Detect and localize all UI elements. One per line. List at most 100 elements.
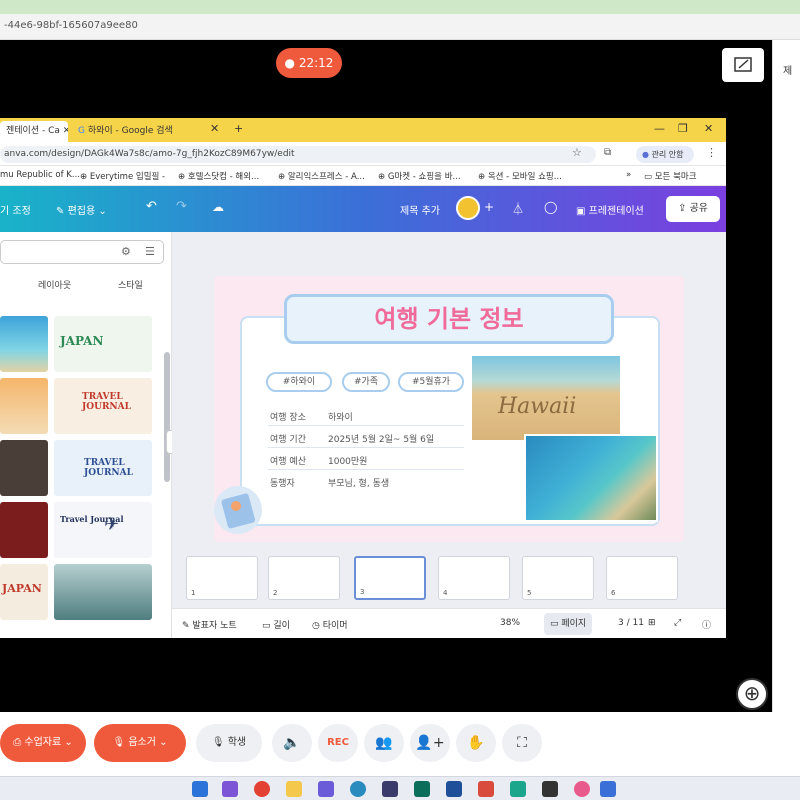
folder-icon[interactable] — [286, 781, 302, 797]
meeting-controls: ⎙ 수업자료 ⌄ 🎙 음소거 ⌄ 🎙 학생 🔈 REC 👥 👤+ ✋ ⛶ — [0, 712, 800, 776]
template-thumb-japan[interactable]: JAPAN — [54, 316, 152, 372]
bookmark-item[interactable]: mu Republic of K... — [0, 170, 80, 180]
zoom-in-button[interactable]: ⊕ — [736, 678, 768, 710]
template-thumb-sunset[interactable] — [0, 378, 48, 434]
record-icon[interactable]: REC — [318, 724, 358, 762]
airplane-icon: ✈ — [104, 514, 120, 535]
cloud-save-icon[interactable]: ☁ — [212, 200, 224, 214]
chrome-icon[interactable] — [254, 781, 270, 797]
bookmark-item[interactable]: ⊕ Everytime 입밀필 - — [80, 170, 165, 182]
templates-panel: ⚙ ☰ 레이아웃 스타일 JAPAN TRAVEL JOURNAL TRAVEL… — [0, 232, 172, 638]
app-icon[interactable] — [478, 781, 494, 797]
app-icon[interactable] — [542, 781, 558, 797]
notes-button[interactable]: ✎ 발표자 노트 — [182, 618, 237, 631]
more-bookmarks-icon[interactable]: » — [626, 170, 631, 180]
app-icon[interactable] — [510, 781, 526, 797]
all-bookmarks[interactable]: ▭ 모든 북마크 — [644, 170, 697, 182]
extension-icon[interactable]: ⧉ — [604, 147, 611, 158]
filter-icon[interactable]: ☰ — [145, 245, 155, 258]
minimize-icon[interactable]: — — [654, 122, 665, 135]
resize-button[interactable]: 기 조정 — [0, 202, 31, 217]
template-thumb-red[interactable] — [0, 502, 48, 558]
add-user-icon[interactable]: 👤+ — [410, 724, 450, 762]
app-icon[interactable] — [446, 781, 462, 797]
template-thumb-japan-2[interactable]: JAPAN — [0, 564, 48, 620]
page-thumb[interactable]: 4 — [438, 556, 510, 600]
edit-mode-button[interactable]: ✎ 편집용 ⌄ — [56, 202, 107, 217]
hawaii-beach-photo: Hawaii — [472, 356, 620, 440]
side-panel-label: 제 — [783, 66, 793, 77]
template-thumb-lake[interactable] — [54, 564, 152, 620]
bookmark-star-icon[interactable]: ☆ — [572, 146, 582, 159]
editor-footer: ✎ 발표자 노트 ▭ 길이 ◷ 타이머 38% ▭ 페이지 3 / 11 ⊞ ⤢… — [172, 608, 726, 638]
title-add-button[interactable]: 제목 추가 — [400, 202, 440, 217]
grid-view-icon[interactable]: ⊞ — [648, 618, 656, 628]
page-thumb[interactable]: 1 — [186, 556, 258, 600]
class-material-button[interactable]: ⎙ 수업자료 ⌄ — [0, 724, 86, 762]
bookmark-item[interactable]: ⊕ 호텔스닷컴 - 해외... — [178, 170, 259, 182]
layout-toggle-button[interactable] — [722, 48, 764, 82]
template-thumb-airplane[interactable]: Travel Journal ✈ — [54, 502, 152, 558]
app-icon[interactable] — [414, 781, 430, 797]
panel-scrollbar[interactable] — [164, 352, 170, 482]
close-window-icon[interactable]: ✕ — [704, 122, 713, 135]
slide[interactable]: 여행 기본 정보 #하와이 #가족 #5월휴가 여행 장소 하와이 여행 기간 20… — [214, 276, 684, 542]
zoom-level[interactable]: 38% — [500, 618, 520, 628]
mute-button[interactable]: 🎙 음소거 ⌄ — [94, 724, 186, 762]
speaker-icon[interactable]: 🔈 — [272, 724, 312, 762]
profile-chip[interactable]: ● 관리 안함 — [636, 146, 694, 163]
tab-layout[interactable]: 레이아웃 — [38, 278, 71, 291]
template-thumb-travel-journal-blue[interactable]: TRAVEL JOURNAL — [54, 440, 152, 496]
help-icon[interactable]: ⓘ — [702, 618, 711, 631]
session-timer: ● 22:12 — [276, 48, 342, 78]
url-input[interactable]: anva.com/design/DAGk4Wa7s8c/amo-7g_fjh2K… — [0, 146, 596, 163]
template-thumb-travel-journal[interactable]: TRAVEL JOURNAL — [54, 378, 152, 434]
template-thumb-beach[interactable] — [0, 316, 48, 372]
avatar[interactable] — [456, 196, 480, 220]
page-view-button[interactable]: ▭ 페이지 — [544, 613, 593, 635]
page-thumb[interactable]: 5 — [522, 556, 594, 600]
undo-icon[interactable]: ↶ — [146, 199, 157, 214]
settings-icon[interactable]: ⚙ — [121, 245, 131, 258]
new-tab-icon[interactable]: + — [234, 122, 243, 135]
page-thumb[interactable]: 2 — [268, 556, 340, 600]
comment-icon[interactable]: ◯ — [544, 200, 557, 214]
maximize-icon[interactable]: ❐ — [678, 122, 688, 135]
share-button[interactable]: ⇪ 공유 — [666, 196, 720, 222]
passport-decoration — [210, 482, 270, 534]
duration-button[interactable]: ▭ 길이 — [262, 618, 290, 631]
info-row: 여행 예산 1000만원 — [268, 448, 464, 470]
page-thumb-selected[interactable]: 3 — [354, 556, 426, 600]
redo-icon[interactable]: ↷ — [176, 199, 187, 214]
menu-icon[interactable]: ⋮ — [706, 146, 717, 159]
bookmark-item[interactable]: ⊕ 알리익스프레스 - A... — [278, 170, 365, 182]
app-icon[interactable] — [318, 781, 334, 797]
slide-title: 여행 기본 정보 — [284, 294, 614, 344]
copilot-icon[interactable] — [222, 781, 238, 797]
add-collaborator-icon[interactable]: + — [484, 200, 494, 214]
start-icon[interactable] — [192, 781, 208, 797]
template-thumb-city[interactable] — [0, 440, 48, 496]
app-icon[interactable] — [382, 781, 398, 797]
present-button[interactable]: ▣ 프레젠테이션 — [576, 202, 644, 217]
template-search-input[interactable]: ⚙ ☰ — [0, 240, 164, 264]
app-icon[interactable] — [350, 781, 366, 797]
bookmark-item[interactable]: ⊕ G마켓 - 쇼핑을 바... — [378, 170, 461, 182]
page-thumb[interactable]: 6 — [606, 556, 678, 600]
student-mic-button[interactable]: 🎙 학생 — [196, 724, 262, 762]
browser-tab-canva[interactable]: 젠테이션 - Ca ✕ — [0, 121, 68, 142]
close-tab-icon[interactable]: ✕ — [210, 122, 219, 135]
fullscreen-icon[interactable]: ⤢ — [674, 618, 681, 628]
chart-icon[interactable]: ⏃ — [512, 200, 524, 217]
timer-button[interactable]: ◷ 타이머 — [312, 618, 348, 631]
bookmark-item[interactable]: ⊕ 옥션 - 모바일 쇼핑... — [478, 170, 562, 182]
fullscreen-icon[interactable]: ⛶ — [502, 724, 542, 762]
app-icon[interactable] — [600, 781, 616, 797]
participants-icon[interactable]: 👥 — [364, 724, 404, 762]
shared-browser-window: 젠테이션 - Ca ✕ G 하와이 - Google 검색 ✕ + — ❐ ✕ … — [0, 118, 726, 638]
tab-style[interactable]: 스타일 — [118, 278, 143, 291]
app-icon[interactable] — [574, 781, 590, 797]
reaction-icon[interactable]: ✋ — [456, 724, 496, 762]
browser-tab-google[interactable]: G 하와이 - Google 검색 — [72, 121, 222, 142]
browser-tab-bar: 젠테이션 - Ca ✕ G 하와이 - Google 검색 ✕ + — ❐ ✕ — [0, 118, 726, 142]
